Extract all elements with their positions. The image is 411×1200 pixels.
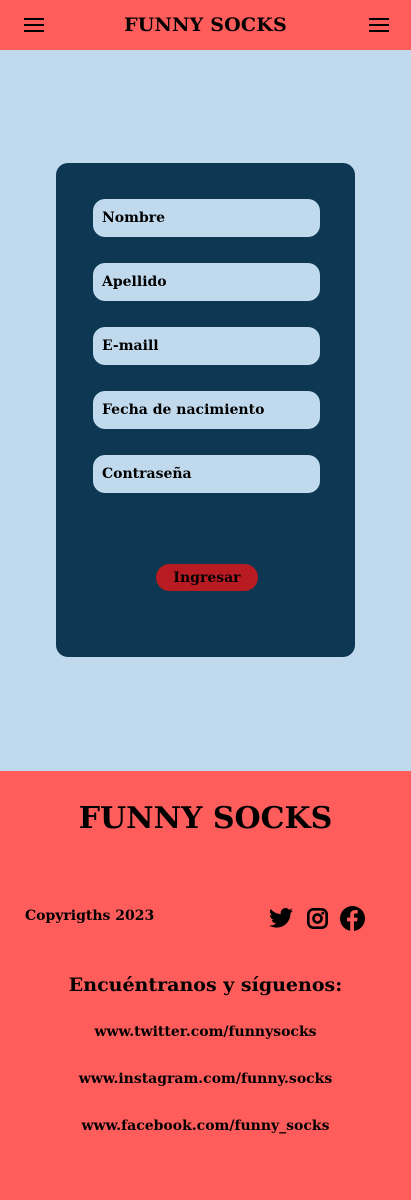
twitter-url-link[interactable]: www.twitter.com/funnysocks xyxy=(0,1024,411,1040)
first-name-input[interactable] xyxy=(93,199,320,237)
facebook-link-button[interactable] xyxy=(339,905,365,931)
footer-brand: FUNNY SOCKS xyxy=(78,801,333,836)
copyright-text: Copyrigths 2023 xyxy=(25,908,155,924)
find-us-heading: Encuéntranos y síguenos: xyxy=(68,974,343,996)
instagram-link-button[interactable] xyxy=(304,905,330,931)
top-header: FUNNY SOCKS xyxy=(0,0,411,50)
page-footer: FUNNY SOCKS Copyrigths 2023 Encuéntranos… xyxy=(0,771,411,1200)
twitter-link-button[interactable] xyxy=(268,905,294,931)
password-input[interactable] xyxy=(93,455,320,493)
twitter-icon xyxy=(269,908,293,928)
header-brand[interactable]: FUNNY SOCKS xyxy=(124,14,287,36)
submit-button[interactable]: Ingresar xyxy=(156,564,258,591)
facebook-url-link[interactable]: www.facebook.com/funny_socks xyxy=(0,1118,411,1134)
right-menu-button[interactable] xyxy=(367,13,391,37)
instagram-icon xyxy=(306,907,328,929)
email-input[interactable] xyxy=(93,327,320,365)
hamburger-menu-icon xyxy=(369,18,389,32)
left-menu-button[interactable] xyxy=(22,13,46,37)
instagram-url-link[interactable]: www.instagram.com/funny.socks xyxy=(0,1071,411,1087)
facebook-icon xyxy=(339,905,365,931)
registration-form-card: Ingresar xyxy=(56,163,355,657)
birthdate-input[interactable] xyxy=(93,391,320,429)
hamburger-menu-icon xyxy=(24,18,44,32)
last-name-input[interactable] xyxy=(93,263,320,301)
